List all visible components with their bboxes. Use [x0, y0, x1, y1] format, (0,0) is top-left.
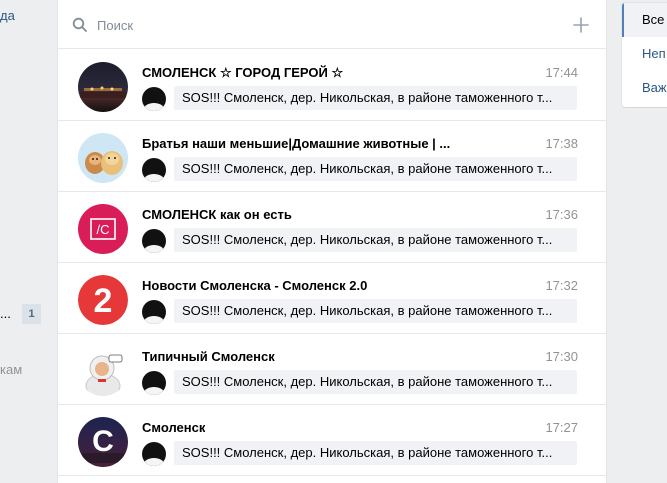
sender-avatar — [142, 442, 166, 466]
sender-avatar — [142, 87, 166, 111]
message-preview: SOS!!! Смоленск, дер. Никольская, в райо… — [174, 86, 577, 110]
avatar-label: /C — [97, 222, 110, 237]
dialog-time: 17:38 — [545, 136, 578, 151]
search-bar — [58, 0, 606, 49]
sender-avatar — [142, 371, 166, 395]
dialog-item[interactable]: 2 Новости Смоленска - Смоленск 2.0 17:32… — [58, 263, 606, 334]
dialog-title: СМОЛЕНСК ☆ ГОРОД ГЕРОЙ ☆ — [142, 65, 344, 80]
sidebar-item-fragment[interactable]: кам — [0, 362, 22, 377]
message-preview: SOS!!! Смоленск, дер. Никольская, в райо… — [174, 299, 577, 323]
group-avatar: 2 — [78, 275, 128, 325]
sender-avatar — [142, 300, 166, 324]
sender-avatar — [142, 158, 166, 182]
filter-all[interactable]: Все — [622, 3, 667, 37]
group-avatar — [78, 62, 128, 112]
filter-unread[interactable]: Неп — [622, 37, 667, 71]
dialog-title: Типичный Смоленск — [142, 349, 275, 364]
dialog-item[interactable]: Братья наши меньшие|Домашние животные | … — [58, 121, 606, 192]
message-preview: SOS!!! Смоленск, дер. Никольская, в райо… — [174, 157, 577, 181]
message-preview: SOS!!! Смоленск, дер. Никольская, в райо… — [174, 370, 577, 394]
dialog-title: Новости Смоленска - Смоленск 2.0 — [142, 278, 368, 293]
sidebar-item-fragment[interactable]: да — [0, 8, 15, 23]
group-avatar — [78, 133, 128, 183]
dialogs-filter-menu: Все Неп Важ — [622, 3, 667, 107]
filter-important[interactable]: Важ — [622, 71, 667, 105]
sidebar-item-fragment[interactable]: ... — [0, 306, 11, 321]
dialog-item[interactable]: С Смоленск 17:27 SOS!!! Смоленск, дер. Н… — [58, 405, 606, 476]
dialogs-panel: СМОЛЕНСК ☆ ГОРОД ГЕРОЙ ☆ 17:44 SOS!!! См… — [57, 0, 607, 483]
search-icon — [72, 17, 87, 32]
dialog-title: Братья наши меньшие|Домашние животные | … — [142, 136, 451, 151]
dialog-title: СМОЛЕНСК как он есть — [142, 207, 292, 222]
avatar-label: С — [92, 425, 114, 458]
avatar-label: 2 — [94, 282, 113, 320]
dialog-time: 17:30 — [545, 349, 578, 364]
dialog-item[interactable]: Типичный Смоленск 17:30 SOS!!! Смоленск,… — [58, 334, 606, 405]
group-avatar: С — [78, 417, 128, 467]
group-avatar: /C — [78, 204, 128, 254]
group-avatar — [78, 346, 128, 396]
message-preview: SOS!!! Смоленск, дер. Никольская, в райо… — [174, 228, 577, 252]
message-preview: SOS!!! Смоленск, дер. Никольская, в райо… — [174, 441, 577, 465]
dialog-item[interactable]: /C СМОЛЕНСК как он есть 17:36 SOS!!! Смо… — [58, 192, 606, 263]
plus-icon[interactable] — [572, 16, 590, 34]
dialog-item[interactable]: СМОЛЕНСК ☆ ГОРОД ГЕРОЙ ☆ 17:44 SOS!!! См… — [58, 50, 606, 121]
dialog-time: 17:36 — [545, 207, 578, 222]
dialog-time: 17:32 — [545, 278, 578, 293]
dialog-time: 17:27 — [545, 420, 578, 435]
sender-avatar — [142, 229, 166, 253]
dialog-time: 17:44 — [545, 65, 578, 80]
dialog-title: Смоленск — [142, 420, 206, 435]
unread-counter-badge: 1 — [22, 304, 41, 324]
search-input[interactable] — [97, 14, 537, 36]
